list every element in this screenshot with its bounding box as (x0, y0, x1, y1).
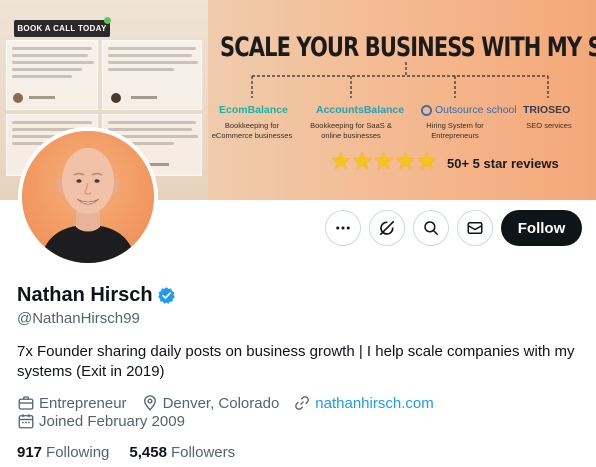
brand-accountsbalance-desc: Bookkeeping for SaaS & online businesses (310, 121, 392, 140)
search-icon (424, 221, 439, 236)
search-button[interactable] (413, 210, 449, 246)
brand-trioseo-desc: SEO services (526, 121, 572, 130)
more-options-button[interactable] (325, 210, 361, 246)
profile-location: Denver, Colorado (141, 394, 279, 412)
star-rating: ★★★★★ (330, 148, 438, 175)
message-button[interactable] (457, 210, 493, 246)
profile-stats: 917 Following 5,458 Followers (17, 444, 255, 461)
profile-bio: 7x Founder sharing daily posts on busine… (17, 343, 575, 380)
profile-category: Entrepreneur (17, 394, 127, 412)
brand-ecombalance: EcomBalance (219, 104, 288, 116)
avatar[interactable] (18, 127, 158, 267)
website-link[interactable]: nathanhirsch.com (315, 395, 433, 412)
briefcase-icon (18, 396, 34, 410)
profile-name: Nathan Hirsch (17, 284, 153, 306)
grok-button[interactable] (369, 210, 405, 246)
message-icon (467, 222, 483, 234)
link-icon (295, 396, 310, 410)
profile-meta-row: Entrepreneur Denver, Colorado nathanhirs… (17, 394, 448, 412)
brand-ecombalance-desc: Bookkeeping for eCommerce businesses (211, 121, 293, 140)
followers-count: 5,458 (129, 444, 167, 461)
brand-trioseo: TRIOSEO (523, 104, 571, 116)
profile-handle: @NathanHirsch99 (17, 310, 140, 327)
followers-label: Followers (170, 444, 236, 461)
grok-icon (379, 220, 395, 236)
brand-outsource-desc: Hiring System for Entrepreneurs (426, 121, 484, 140)
more-icon (336, 226, 350, 230)
location-pin-icon (143, 395, 156, 411)
verified-badge-icon[interactable] (157, 286, 176, 305)
following-count: 917 (17, 444, 43, 461)
profile-joined-row: Joined February 2009 (17, 412, 199, 430)
following-link[interactable]: 917 Following (17, 444, 109, 461)
profile-joined: Joined February 2009 (17, 412, 185, 430)
followers-link[interactable]: 5,458 Followers (129, 444, 235, 461)
avatar-photo (22, 131, 154, 263)
brand-outsource-school: Outsource school (421, 104, 517, 116)
following-label: Following (46, 444, 110, 461)
profile-name-row: Nathan Hirsch (17, 284, 176, 307)
brand-accountsbalance: AccountsBalance (316, 104, 405, 116)
follow-button[interactable]: Follow (501, 210, 582, 246)
outsource-logo-icon (421, 104, 432, 116)
reviews-count: 50+ 5 star reviews (447, 156, 559, 171)
profile-website: nathanhirsch.com (293, 394, 434, 412)
calendar-icon (18, 414, 34, 429)
